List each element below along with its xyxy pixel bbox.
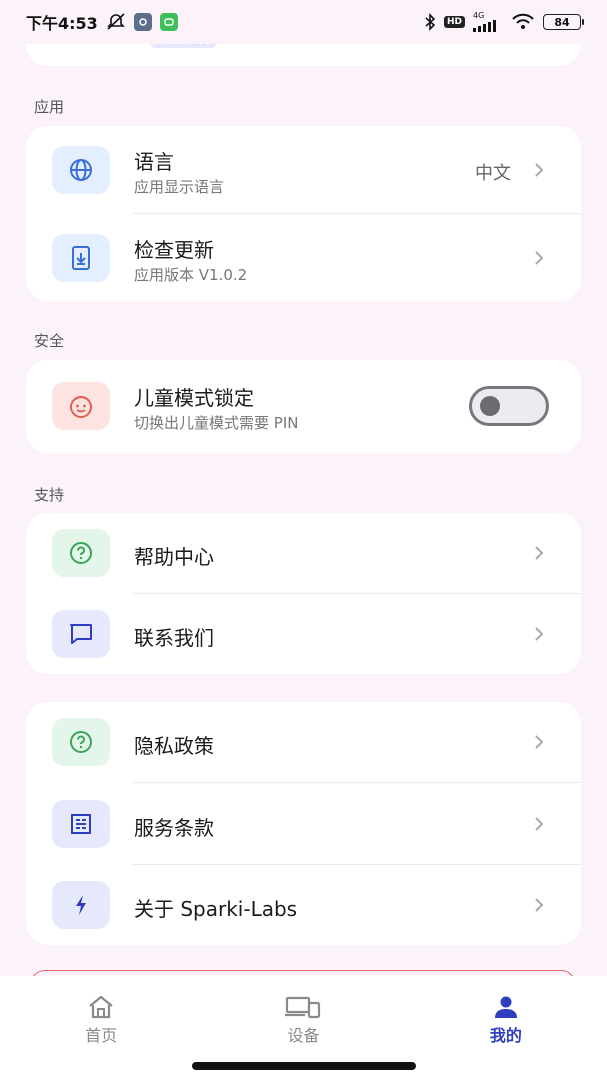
chevron-right-icon — [535, 546, 544, 560]
chevron-right-icon — [535, 251, 544, 265]
nav-devices[interactable]: 设备 — [202, 976, 404, 1058]
check-update-title: 检查更新 — [134, 238, 214, 262]
nav-profile[interactable]: 我的 — [405, 976, 607, 1058]
home-indicator[interactable] — [192, 1062, 416, 1070]
signal-icon: 4G — [473, 12, 503, 32]
mute-icon — [106, 13, 126, 31]
language-value: 中文 — [475, 163, 511, 184]
profile-screen: 2台设备 下午4:53 HD 4G — [0, 0, 607, 1080]
download-icon — [52, 234, 110, 282]
chevron-right-icon — [535, 163, 544, 177]
help-circle-icon — [52, 529, 110, 577]
status-bar: 下午4:53 HD 4G 84 — [0, 0, 607, 44]
child-mode-lock-row[interactable]: 儿童模式锁定 切换出儿童模式需要 PIN — [26, 360, 581, 453]
wifi-icon — [511, 13, 535, 31]
about-row[interactable]: 关于 Sparki-Labs — [26, 865, 581, 945]
network-type: 4G — [473, 11, 485, 20]
contact-us-title: 联系我们 — [134, 626, 214, 650]
bottom-nav: 首页 设备 我的 — [0, 976, 607, 1058]
language-row[interactable]: 语言 应用显示语言 中文 — [26, 126, 581, 214]
contact-us-row[interactable]: 联系我们 — [26, 594, 581, 674]
battery-icon: 84 — [543, 14, 584, 30]
section-label-app: 应用 — [34, 98, 65, 116]
section-label-security: 安全 — [34, 332, 65, 350]
language-title: 语言 — [134, 150, 174, 174]
section-label-support: 支持 — [34, 486, 65, 504]
toggle-knob — [480, 396, 500, 416]
home-icon — [87, 994, 115, 1020]
nav-profile-label: 我的 — [489, 1026, 522, 1045]
privacy-policy-row[interactable]: 隐私政策 — [26, 702, 581, 782]
support-card: 帮助中心 联系我们 — [26, 513, 581, 674]
chevron-right-icon — [535, 898, 544, 912]
bluetooth-icon — [424, 13, 436, 31]
app-settings-card: 语言 应用显示语言 中文 检查更新 应用版本 V1.0.2 — [26, 126, 581, 301]
nav-devices-label: 设备 — [287, 1026, 320, 1045]
terms-of-service-row[interactable]: 服务条款 — [26, 783, 581, 864]
status-time: 下午4:53 — [26, 14, 98, 33]
help-center-row[interactable]: 帮助中心 — [26, 513, 581, 593]
check-update-row[interactable]: 检查更新 应用版本 V1.0.2 — [26, 214, 581, 301]
child-mode-lock-toggle[interactable] — [469, 386, 549, 426]
terms-of-service-title: 服务条款 — [134, 816, 214, 840]
child-mode-lock-subtitle: 切换出儿童模式需要 PIN — [134, 414, 299, 432]
nav-home-label: 首页 — [85, 1026, 118, 1045]
help-circle-icon — [52, 718, 110, 766]
privacy-policy-title: 隐私政策 — [134, 734, 214, 758]
person-icon — [493, 994, 519, 1020]
legal-card: 隐私政策 服务条款 关于 Sparki-Labs — [26, 702, 581, 945]
document-icon — [52, 800, 110, 848]
about-title: 关于 Sparki-Labs — [134, 897, 298, 921]
settings-app-icon — [133, 13, 152, 31]
chevron-right-icon — [535, 817, 544, 831]
globe-icon — [52, 146, 110, 194]
battery-level: 84 — [554, 15, 570, 29]
devices-icon — [285, 994, 321, 1020]
chat-bubble-icon — [52, 610, 110, 658]
chevron-right-icon — [535, 735, 544, 749]
child-face-icon — [52, 382, 110, 430]
help-center-title: 帮助中心 — [134, 545, 214, 569]
lightning-icon — [52, 881, 110, 929]
app-version: 应用版本 V1.0.2 — [134, 266, 248, 284]
hd-badge: HD — [443, 16, 465, 28]
nav-home[interactable]: 首页 — [0, 976, 202, 1058]
security-card: 儿童模式锁定 切换出儿童模式需要 PIN — [26, 360, 581, 453]
child-mode-lock-title: 儿童模式锁定 — [134, 386, 254, 410]
chevron-right-icon — [535, 627, 544, 641]
android-app-icon — [159, 13, 178, 31]
language-subtitle: 应用显示语言 — [134, 178, 225, 196]
